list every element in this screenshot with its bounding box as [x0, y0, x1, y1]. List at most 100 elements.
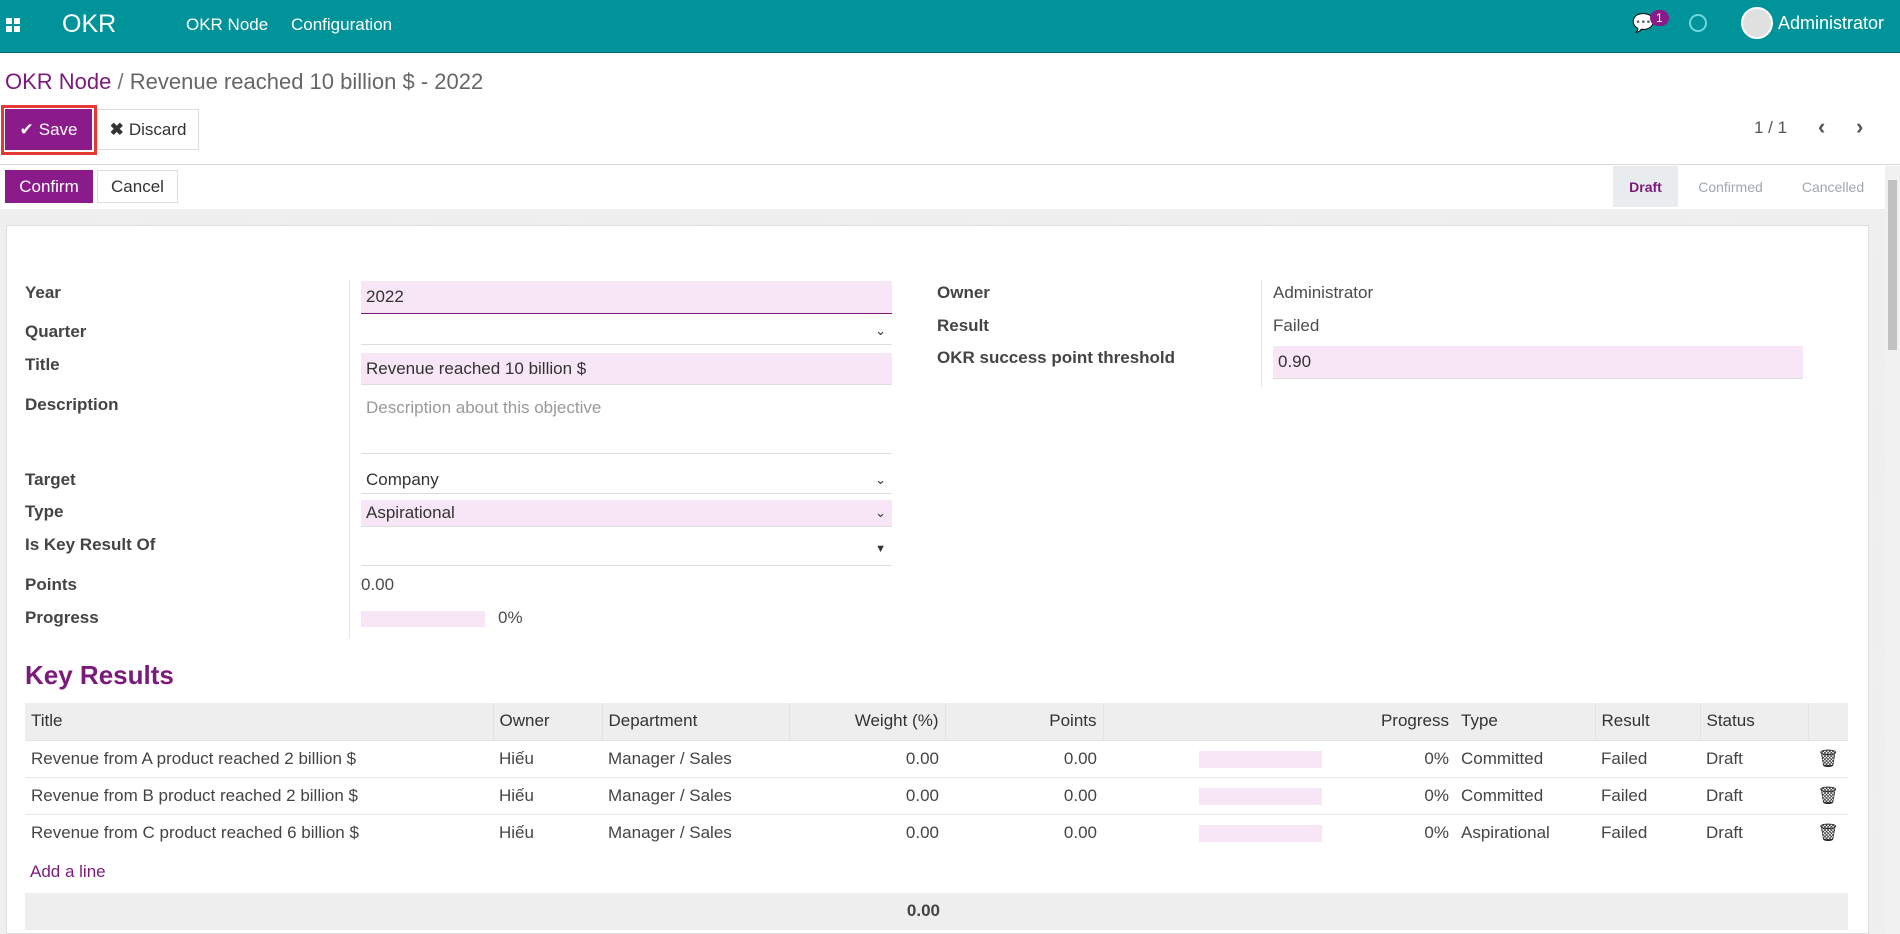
cell-department[interactable]: Manager / Sales: [602, 813, 789, 851]
key-results-heading: Key Results: [25, 660, 174, 690]
cell-result[interactable]: Failed: [1595, 739, 1700, 777]
quarter-select[interactable]: ⌄: [361, 318, 892, 345]
progress-value: 0%: [498, 608, 523, 627]
col-progress[interactable]: Progress: [1103, 703, 1455, 740]
chevron-down-icon: ⌄: [875, 323, 886, 338]
messages-badge: 1: [1650, 10, 1669, 26]
table-row[interactable]: Revenue from B product reached 2 billion…: [25, 776, 1848, 814]
breadcrumb-parent[interactable]: OKR Node: [5, 69, 111, 94]
add-line-link[interactable]: Add a line: [30, 862, 106, 882]
cell-type[interactable]: Committed: [1455, 776, 1595, 814]
activity-clock-icon[interactable]: [1689, 14, 1707, 32]
cell-title[interactable]: Revenue from A product reached 2 billion…: [25, 739, 493, 777]
menu-okr-node[interactable]: OKR Node: [186, 15, 268, 35]
table-row[interactable]: Revenue from A product reached 2 billion…: [25, 739, 1848, 777]
cell-weight[interactable]: 0.00: [789, 813, 945, 851]
cell-result[interactable]: Failed: [1595, 776, 1700, 814]
separator: [349, 280, 350, 638]
cell-weight[interactable]: 0.00: [789, 776, 945, 814]
progress-bar: [1199, 824, 1322, 842]
trash-icon[interactable]: 🗑: [1808, 813, 1848, 851]
status-bar: Draft Confirmed Cancelled: [1613, 166, 1883, 207]
result-value: Failed: [1273, 316, 1320, 335]
save-button[interactable]: ✔ Save: [5, 109, 92, 150]
label-title: Title: [25, 355, 60, 374]
cell-points[interactable]: 0.00: [945, 776, 1103, 814]
avatar[interactable]: [1741, 7, 1773, 39]
cell-progress[interactable]: 0%: [1103, 813, 1455, 851]
cell-department[interactable]: Manager / Sales: [602, 739, 789, 777]
progress-bar: [1199, 787, 1322, 805]
menu-configuration[interactable]: Configuration: [291, 15, 392, 35]
year-input[interactable]: 2022: [361, 281, 892, 314]
cell-status[interactable]: Draft: [1700, 739, 1808, 777]
col-department[interactable]: Department: [602, 703, 790, 740]
breadcrumb-current: Revenue reached 10 billion $ - 2022: [129, 69, 484, 94]
discard-button[interactable]: ✖ Discard: [97, 109, 199, 150]
stage-confirmed[interactable]: Confirmed: [1678, 179, 1783, 195]
col-owner[interactable]: Owner: [493, 703, 603, 740]
cell-points[interactable]: 0.00: [945, 739, 1103, 777]
owner-value: Administrator: [1273, 283, 1374, 302]
cell-status[interactable]: Draft: [1700, 813, 1808, 851]
user-menu[interactable]: Administrator: [1778, 13, 1884, 34]
progress-bar: [1199, 750, 1322, 768]
cell-owner[interactable]: Hiếu: [493, 776, 602, 814]
trash-icon[interactable]: 🗑: [1808, 739, 1848, 777]
chevron-down-icon: ⌄: [875, 472, 886, 487]
chevron-down-icon: ⌄: [875, 505, 886, 520]
scrollbar[interactable]: [1885, 166, 1900, 934]
stage-draft[interactable]: Draft: [1613, 166, 1678, 207]
cell-progress[interactable]: 0%: [1103, 776, 1455, 814]
col-result[interactable]: Result: [1595, 703, 1701, 740]
divider: [0, 164, 1900, 165]
label-result: Result: [937, 316, 989, 335]
target-select[interactable]: Company ⌄: [361, 467, 892, 494]
col-actions: [1808, 703, 1848, 740]
key-result-of-select[interactable]: ▼: [361, 533, 892, 566]
app-name[interactable]: OKR: [62, 10, 116, 39]
cell-result[interactable]: Failed: [1595, 813, 1700, 851]
cancel-button[interactable]: Cancel: [97, 170, 178, 203]
top-navbar: OKR OKR Node Configuration 💬 1 Administr…: [0, 0, 1900, 53]
label-quarter: Quarter: [25, 322, 87, 341]
description-input[interactable]: Description about this objective: [361, 392, 892, 454]
col-title[interactable]: Title: [25, 703, 494, 740]
label-points: Points: [25, 575, 77, 594]
apps-grid-icon[interactable]: [6, 18, 20, 32]
cell-status[interactable]: Draft: [1700, 776, 1808, 814]
cell-title[interactable]: Revenue from B product reached 2 billion…: [25, 776, 493, 814]
cell-weight[interactable]: 0.00: [789, 739, 945, 777]
label-owner: Owner: [937, 283, 990, 302]
pager-value: 1 / 1: [1754, 118, 1788, 137]
stage-cancelled[interactable]: Cancelled: [1783, 179, 1883, 195]
total-weight: 0.00: [906, 901, 940, 920]
label-threshold: OKR success point threshold: [937, 348, 1176, 367]
cell-type[interactable]: Aspirational: [1455, 813, 1595, 851]
breadcrumb: OKR Node / Revenue reached 10 billion $ …: [5, 69, 484, 94]
table-row[interactable]: Revenue from C product reached 6 billion…: [25, 813, 1848, 851]
cell-owner[interactable]: Hiếu: [493, 813, 602, 851]
col-weight[interactable]: Weight (%): [789, 703, 946, 740]
col-points[interactable]: Points: [945, 703, 1104, 740]
col-type[interactable]: Type: [1455, 703, 1596, 740]
threshold-input[interactable]: 0.90: [1273, 346, 1803, 379]
pager-prev-icon[interactable]: ‹: [1818, 114, 1825, 140]
cell-title[interactable]: Revenue from C product reached 6 billion…: [25, 813, 493, 851]
trash-icon[interactable]: 🗑: [1808, 776, 1848, 814]
cell-type[interactable]: Committed: [1455, 739, 1595, 777]
progress-bar: [361, 611, 485, 627]
separator: [1261, 280, 1262, 387]
cell-points[interactable]: 0.00: [945, 813, 1103, 851]
points-value: 0.00: [361, 575, 395, 594]
confirm-button[interactable]: Confirm: [5, 170, 93, 203]
col-status[interactable]: Status: [1700, 703, 1809, 740]
type-select[interactable]: Aspirational ⌄: [361, 500, 892, 527]
cell-owner[interactable]: Hiếu: [493, 739, 602, 777]
cell-department[interactable]: Manager / Sales: [602, 776, 789, 814]
cell-progress[interactable]: 0%: [1103, 739, 1455, 777]
label-description: Description: [25, 395, 119, 414]
title-input[interactable]: Revenue reached 10 billion $: [361, 353, 892, 385]
key-results-table: Title Owner Department Weight (%) Points…: [25, 703, 1848, 851]
pager-next-icon[interactable]: ›: [1856, 114, 1863, 140]
